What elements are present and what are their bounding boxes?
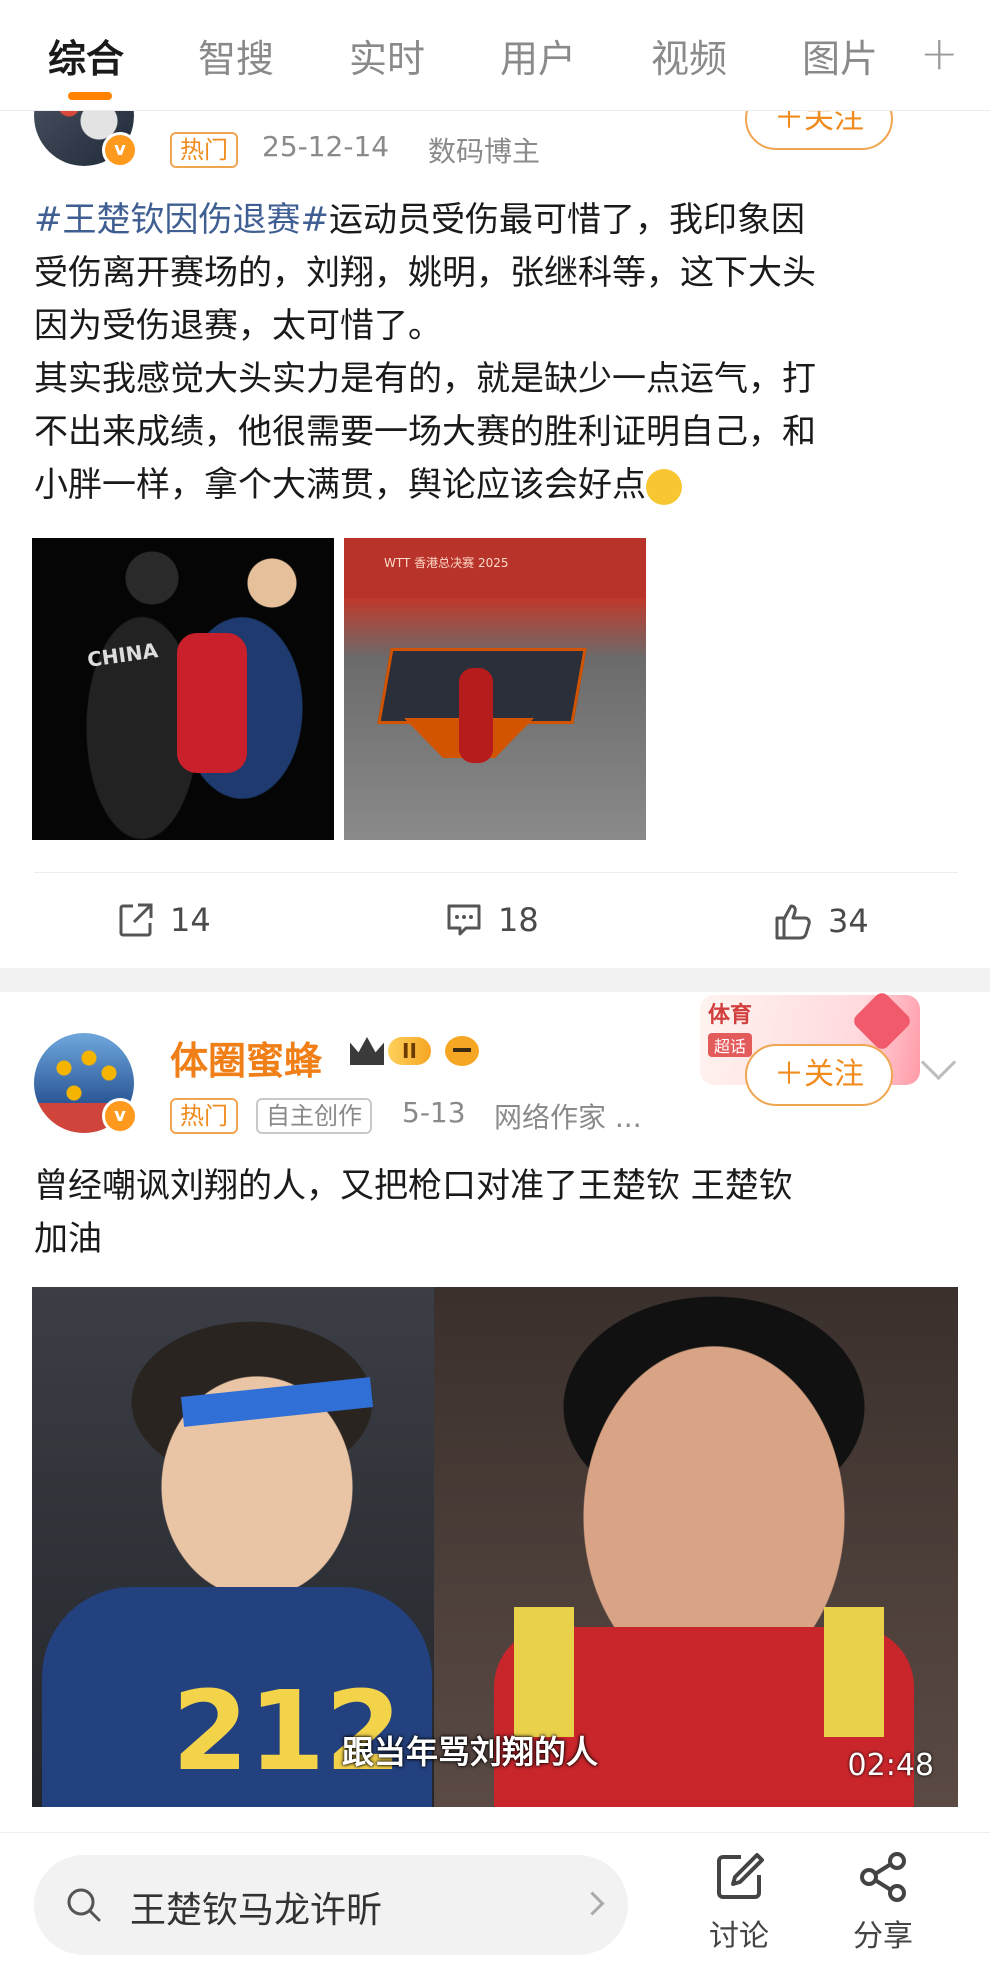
post-text-line: 运动员受伤最可惜了，我印象因 bbox=[328, 200, 805, 240]
post-image-2[interactable]: WTT 香港总决赛 2025 bbox=[344, 538, 646, 840]
tab-images[interactable]: 图片 bbox=[802, 28, 878, 83]
discuss-label: 讨论 bbox=[709, 1919, 769, 1954]
image-banner-text: WTT 香港总决赛 2025 bbox=[344, 538, 646, 598]
tab-videos[interactable]: 视频 bbox=[651, 28, 727, 83]
comment-button[interactable]: 18 bbox=[444, 900, 539, 940]
tab-users[interactable]: 用户 bbox=[500, 28, 576, 83]
share-label: 分享 bbox=[853, 1919, 913, 1954]
repost-count: 14 bbox=[170, 901, 211, 939]
comment-count: 18 bbox=[498, 901, 539, 939]
post-text-line: 小胖一样，拿个大满贯，舆论应该会好点 bbox=[34, 465, 646, 505]
post-body: 曾经嘲讽刘翔的人，又把枪口对准了王楚钦 王楚钦 加油 bbox=[34, 1160, 964, 1266]
tab-comprehensive[interactable]: 综合 bbox=[48, 28, 124, 83]
post-text-line: 受伤离开赛场的，刘翔，姚明，张继科等，这下大头 bbox=[34, 253, 816, 293]
search-tabs-bar: 综合 智搜 实时 用户 视频 图片 + bbox=[0, 0, 990, 111]
level-badge[interactable]: II bbox=[350, 1036, 479, 1066]
post-date: 25-12-14 bbox=[262, 130, 390, 163]
image-jersey-text: CHINA bbox=[85, 638, 160, 672]
edit-icon bbox=[717, 1853, 764, 1899]
repost-icon bbox=[119, 903, 153, 937]
hashtag-link[interactable]: #王楚钦因伤退赛# bbox=[34, 200, 329, 240]
verified-icon: v bbox=[102, 132, 138, 168]
divider bbox=[34, 872, 958, 873]
promo-subtitle: 超话 bbox=[708, 1033, 753, 1057]
thinking-emoji-icon bbox=[646, 468, 682, 505]
share-button[interactable]: 分享 bbox=[838, 1849, 928, 1955]
chevron-down-icon[interactable] bbox=[920, 1044, 957, 1081]
tab-smart-search[interactable]: 智搜 bbox=[198, 28, 274, 83]
hot-badge: 热门 bbox=[170, 1098, 238, 1134]
like-count: 34 bbox=[828, 902, 869, 940]
post-text-line: 因为受伤退赛，太可惜了。 bbox=[34, 306, 442, 346]
search-icon bbox=[67, 1888, 101, 1922]
plus-icon[interactable]: + bbox=[920, 26, 959, 80]
post-text-line: 加油 bbox=[34, 1219, 102, 1259]
bee-icon bbox=[444, 1036, 479, 1066]
chevron-right-icon bbox=[580, 1891, 605, 1916]
like-button[interactable]: 34 bbox=[772, 900, 869, 942]
video-player[interactable]: 212 跟当年骂刘翔的人 02:48 bbox=[32, 1287, 958, 1807]
post-image-1[interactable]: CHINA bbox=[32, 538, 334, 840]
active-tab-indicator bbox=[68, 92, 112, 100]
gem-icon bbox=[850, 989, 914, 1053]
follow-button[interactable]: ＋关注 bbox=[745, 1044, 893, 1106]
repost-button[interactable]: 14 bbox=[116, 900, 211, 940]
discuss-button[interactable]: 讨论 bbox=[694, 1849, 784, 1955]
post-body: #王楚钦因伤退赛#运动员受伤最可惜了，我印象因 受伤离开赛场的，刘翔，姚明，张继… bbox=[34, 194, 964, 512]
promo-title: 体育 bbox=[708, 1003, 753, 1028]
post-text-line: 曾经嘲讽刘翔的人，又把枪口对准了王楚钦 王楚钦 bbox=[34, 1166, 793, 1206]
bottom-bar: 王楚钦马龙许昕 讨论 分享 bbox=[0, 1832, 990, 1975]
post-text-line: 其实我感觉大头实力是有的，就是缺少一点运气，打 bbox=[34, 359, 816, 399]
thumbs-up-icon bbox=[775, 904, 811, 940]
comment-icon bbox=[447, 904, 481, 936]
video-subtitle: 跟当年骂刘翔的人 bbox=[342, 1733, 599, 1771]
search-input[interactable]: 王楚钦马龙许昕 bbox=[34, 1855, 628, 1955]
post-source: 网络作家 ... bbox=[494, 1101, 642, 1134]
tab-realtime[interactable]: 实时 bbox=[349, 28, 425, 83]
video-duration: 02:48 bbox=[847, 1748, 934, 1783]
hot-badge: 热门 bbox=[170, 132, 238, 168]
username[interactable]: 体圈蜜蜂 bbox=[170, 1030, 322, 1085]
search-query: 王楚钦马龙许昕 bbox=[130, 1890, 383, 1931]
share-icon bbox=[860, 1852, 906, 1902]
crown-icon bbox=[350, 1037, 384, 1065]
section-separator bbox=[0, 968, 990, 992]
verified-icon: v bbox=[102, 1098, 138, 1134]
post-date: 5-13 bbox=[402, 1096, 466, 1129]
level-label: II bbox=[388, 1037, 431, 1065]
post-source: 数码博主 bbox=[428, 135, 541, 168]
post-text-line: 不出来成绩，他很需要一场大赛的胜利证明自己，和 bbox=[34, 412, 816, 452]
original-creation-badge: 自主创作 bbox=[256, 1098, 372, 1134]
